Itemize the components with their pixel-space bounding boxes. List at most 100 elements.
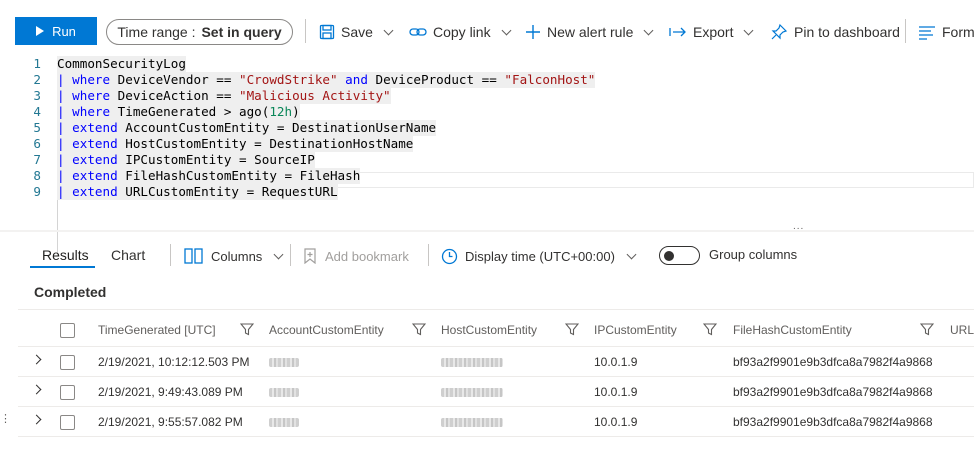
column-header-account[interactable]: AccountCustomEntity [269, 323, 384, 337]
column-header-host[interactable]: HostCustomEntity [441, 323, 537, 337]
link-icon [409, 28, 427, 36]
code-token: | [57, 120, 73, 135]
time-range-picker[interactable]: Time range : Set in query [106, 19, 293, 45]
chevron-down-icon [744, 25, 754, 35]
column-header-ip[interactable]: IPCustomEntity [594, 323, 677, 337]
code-line[interactable]: 8 | extend FileHashCustomEntity = FileHas… [0, 168, 974, 184]
toolbar-divider [905, 19, 906, 43]
row-checkbox[interactable] [60, 385, 75, 400]
row-checkbox[interactable] [60, 355, 75, 370]
tab-chart[interactable]: Chart [111, 247, 145, 263]
save-button[interactable]: Save [319, 19, 394, 45]
run-label: Run [52, 23, 76, 39]
bookmark-icon [304, 248, 316, 264]
active-tab-indicator [30, 266, 95, 268]
cell-ip: 10.0.1.9 [594, 415, 638, 429]
row-checkbox[interactable] [60, 415, 75, 430]
cell-timegenerated: 2/19/2021, 9:49:43.089 PM [98, 385, 243, 399]
chevron-down-icon [643, 25, 654, 35]
chevron-right-icon[interactable] [31, 384, 42, 395]
code-token: extend [72, 152, 118, 167]
new-alert-rule-label: New alert rule [547, 24, 634, 40]
pin-to-dashboard-button[interactable]: Pin to dashboard [770, 19, 900, 45]
code-text: | where DeviceVendor == "CrowdStrike" an… [57, 72, 596, 88]
code-text: CommonSecurityLog [57, 56, 186, 72]
add-bookmark-button[interactable]: Add bookmark [302, 246, 409, 266]
code-token: 12h [269, 104, 293, 119]
code-line[interactable]: 3 | where DeviceAction == "Malicious Acti… [0, 88, 974, 104]
filter-icon[interactable] [920, 322, 934, 336]
group-columns-toggle[interactable] [659, 246, 700, 265]
copy-link-button[interactable]: Copy link [409, 19, 512, 45]
filter-icon[interactable] [565, 322, 579, 336]
column-header-url[interactable]: URLC [950, 323, 974, 337]
cell-ip: 10.0.1.9 [594, 385, 638, 399]
code-token: TimeGenerated > ago( [110, 104, 270, 119]
columns-label: Columns [211, 248, 263, 264]
code-token: where [72, 72, 111, 87]
column-header-filehash[interactable]: FileHashCustomEntity [733, 323, 852, 337]
export-arrow-icon [669, 27, 686, 37]
save-icon [319, 24, 335, 40]
code-token: | [57, 136, 73, 151]
code-text: | where DeviceAction == "Malicious Activ… [57, 88, 391, 104]
new-alert-rule-button[interactable]: New alert rule [525, 19, 654, 45]
line-number: 4 [33, 104, 41, 119]
results-divider [290, 244, 291, 266]
tab-results[interactable]: Results [42, 247, 89, 263]
code-line[interactable]: 6 | extend HostCustomEntity = Destination… [0, 136, 974, 152]
code-token: extend [72, 184, 118, 199]
line-number: 1 [33, 56, 41, 71]
filter-icon[interactable] [412, 322, 426, 336]
line-number: 7 [33, 152, 41, 167]
header-divider [18, 346, 974, 347]
toolbar-divider [305, 19, 306, 43]
drag-handle[interactable]: ⋮ [0, 412, 11, 425]
format-query-button[interactable]: Form [918, 19, 974, 45]
chevron-right-icon[interactable] [31, 354, 42, 365]
query-editor[interactable]: 1 CommonSecurityLog 2 | where DeviceVendor … [0, 56, 974, 256]
line-number: 6 [33, 136, 41, 151]
code-line[interactable]: 9 | extend URLCustomEntity = RequestURL [0, 184, 974, 200]
export-label: Export [693, 24, 734, 40]
code-token: extend [72, 168, 118, 183]
code-text: | extend URLCustomEntity = RequestURL [57, 184, 338, 200]
row-divider [18, 376, 974, 377]
code-line[interactable]: 5 | extend AccountCustomEntity = Destinat… [0, 120, 974, 136]
cell-ip: 10.0.1.9 [594, 355, 638, 369]
redacted-account [269, 358, 299, 367]
play-icon [36, 26, 45, 36]
filter-icon[interactable] [240, 322, 254, 336]
code-token: ) [292, 104, 300, 119]
columns-button[interactable]: Columns [184, 246, 284, 266]
cell-timegenerated: 2/19/2021, 10:12:12.503 PM [98, 355, 250, 369]
group-columns-label: Group columns [709, 247, 798, 262]
code-token: IPCustomEntity = SourceIP [117, 152, 315, 167]
code-token: URLCustomEntity = RequestURL [117, 184, 338, 199]
select-all-checkbox[interactable] [60, 323, 75, 338]
line-number: 9 [33, 184, 41, 199]
code-line[interactable]: 7 | extend IPCustomEntity = SourceIP [0, 152, 974, 168]
export-button[interactable]: Export [669, 19, 754, 45]
display-time-dropdown[interactable]: Display time (UTC+00:00) [441, 246, 637, 266]
column-header-timegenerated[interactable]: TimeGenerated [UTC] [98, 323, 216, 337]
pane-divider[interactable] [0, 230, 974, 232]
code-token: where [72, 88, 111, 103]
code-token: DeviceProduct == [367, 72, 505, 87]
chevron-right-icon[interactable] [31, 414, 42, 425]
code-text: | extend AccountCustomEntity = Destinati… [57, 120, 437, 136]
code-token: FileHashCustomEntity = FileHash [117, 168, 361, 183]
code-token: and [345, 72, 368, 87]
cell-filehash: bf93a2f9901e9b3dfca8a7982f4a9868 [733, 355, 933, 369]
filter-icon[interactable] [703, 322, 717, 336]
code-line[interactable]: 1 CommonSecurityLog [0, 56, 974, 72]
row-divider [18, 436, 974, 437]
results-divider [428, 244, 429, 266]
save-label: Save [341, 24, 373, 40]
run-button[interactable]: Run [15, 17, 97, 45]
code-token: where [72, 104, 111, 119]
code-line[interactable]: 2 | where DeviceVendor == "CrowdStrike" a… [0, 72, 974, 88]
code-line[interactable]: 4 | where TimeGenerated > ago(12h) [0, 104, 974, 120]
code-token: "FalconHost" [504, 72, 596, 87]
line-number: 8 [33, 168, 41, 183]
